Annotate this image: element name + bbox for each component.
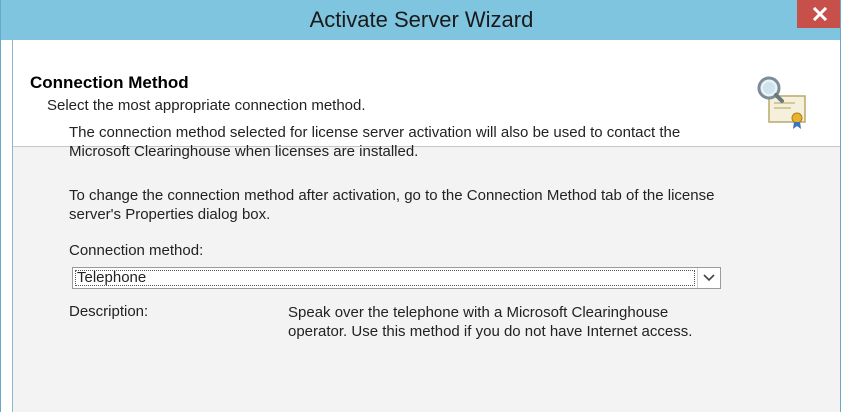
close-icon	[812, 7, 827, 21]
connection-method-value: Telephone	[77, 269, 147, 286]
close-button[interactable]	[797, 0, 840, 28]
connection-method-dropdown[interactable]: Telephone	[72, 267, 721, 289]
chevron-down-icon	[703, 274, 715, 282]
info-paragraph-activation: The connection method selected for licen…	[69, 124, 681, 160]
description-label: Description:	[69, 303, 149, 320]
info-paragraph-change-method: To change the connection method after ac…	[69, 187, 715, 223]
page-subtitle: Select the most appropriate connection m…	[47, 97, 366, 114]
window-title: Activate Server Wizard	[309, 7, 534, 32]
title-bar[interactable]: Activate Server Wizard	[1, 0, 840, 40]
certificate-magnifier-icon	[757, 76, 806, 129]
wizard-client-area: Connection Method Select the most approp…	[12, 40, 840, 412]
connection-method-label: Connection method:	[69, 242, 204, 259]
description-text: Speak over the telephone with a Microsof…	[288, 304, 693, 340]
focus-rectangle	[75, 270, 695, 286]
activate-server-wizard-window: Activate Server Wizard Connection Method…	[0, 0, 841, 412]
dropdown-arrow-button[interactable]	[697, 268, 720, 288]
page-title: Connection Method	[30, 73, 189, 92]
